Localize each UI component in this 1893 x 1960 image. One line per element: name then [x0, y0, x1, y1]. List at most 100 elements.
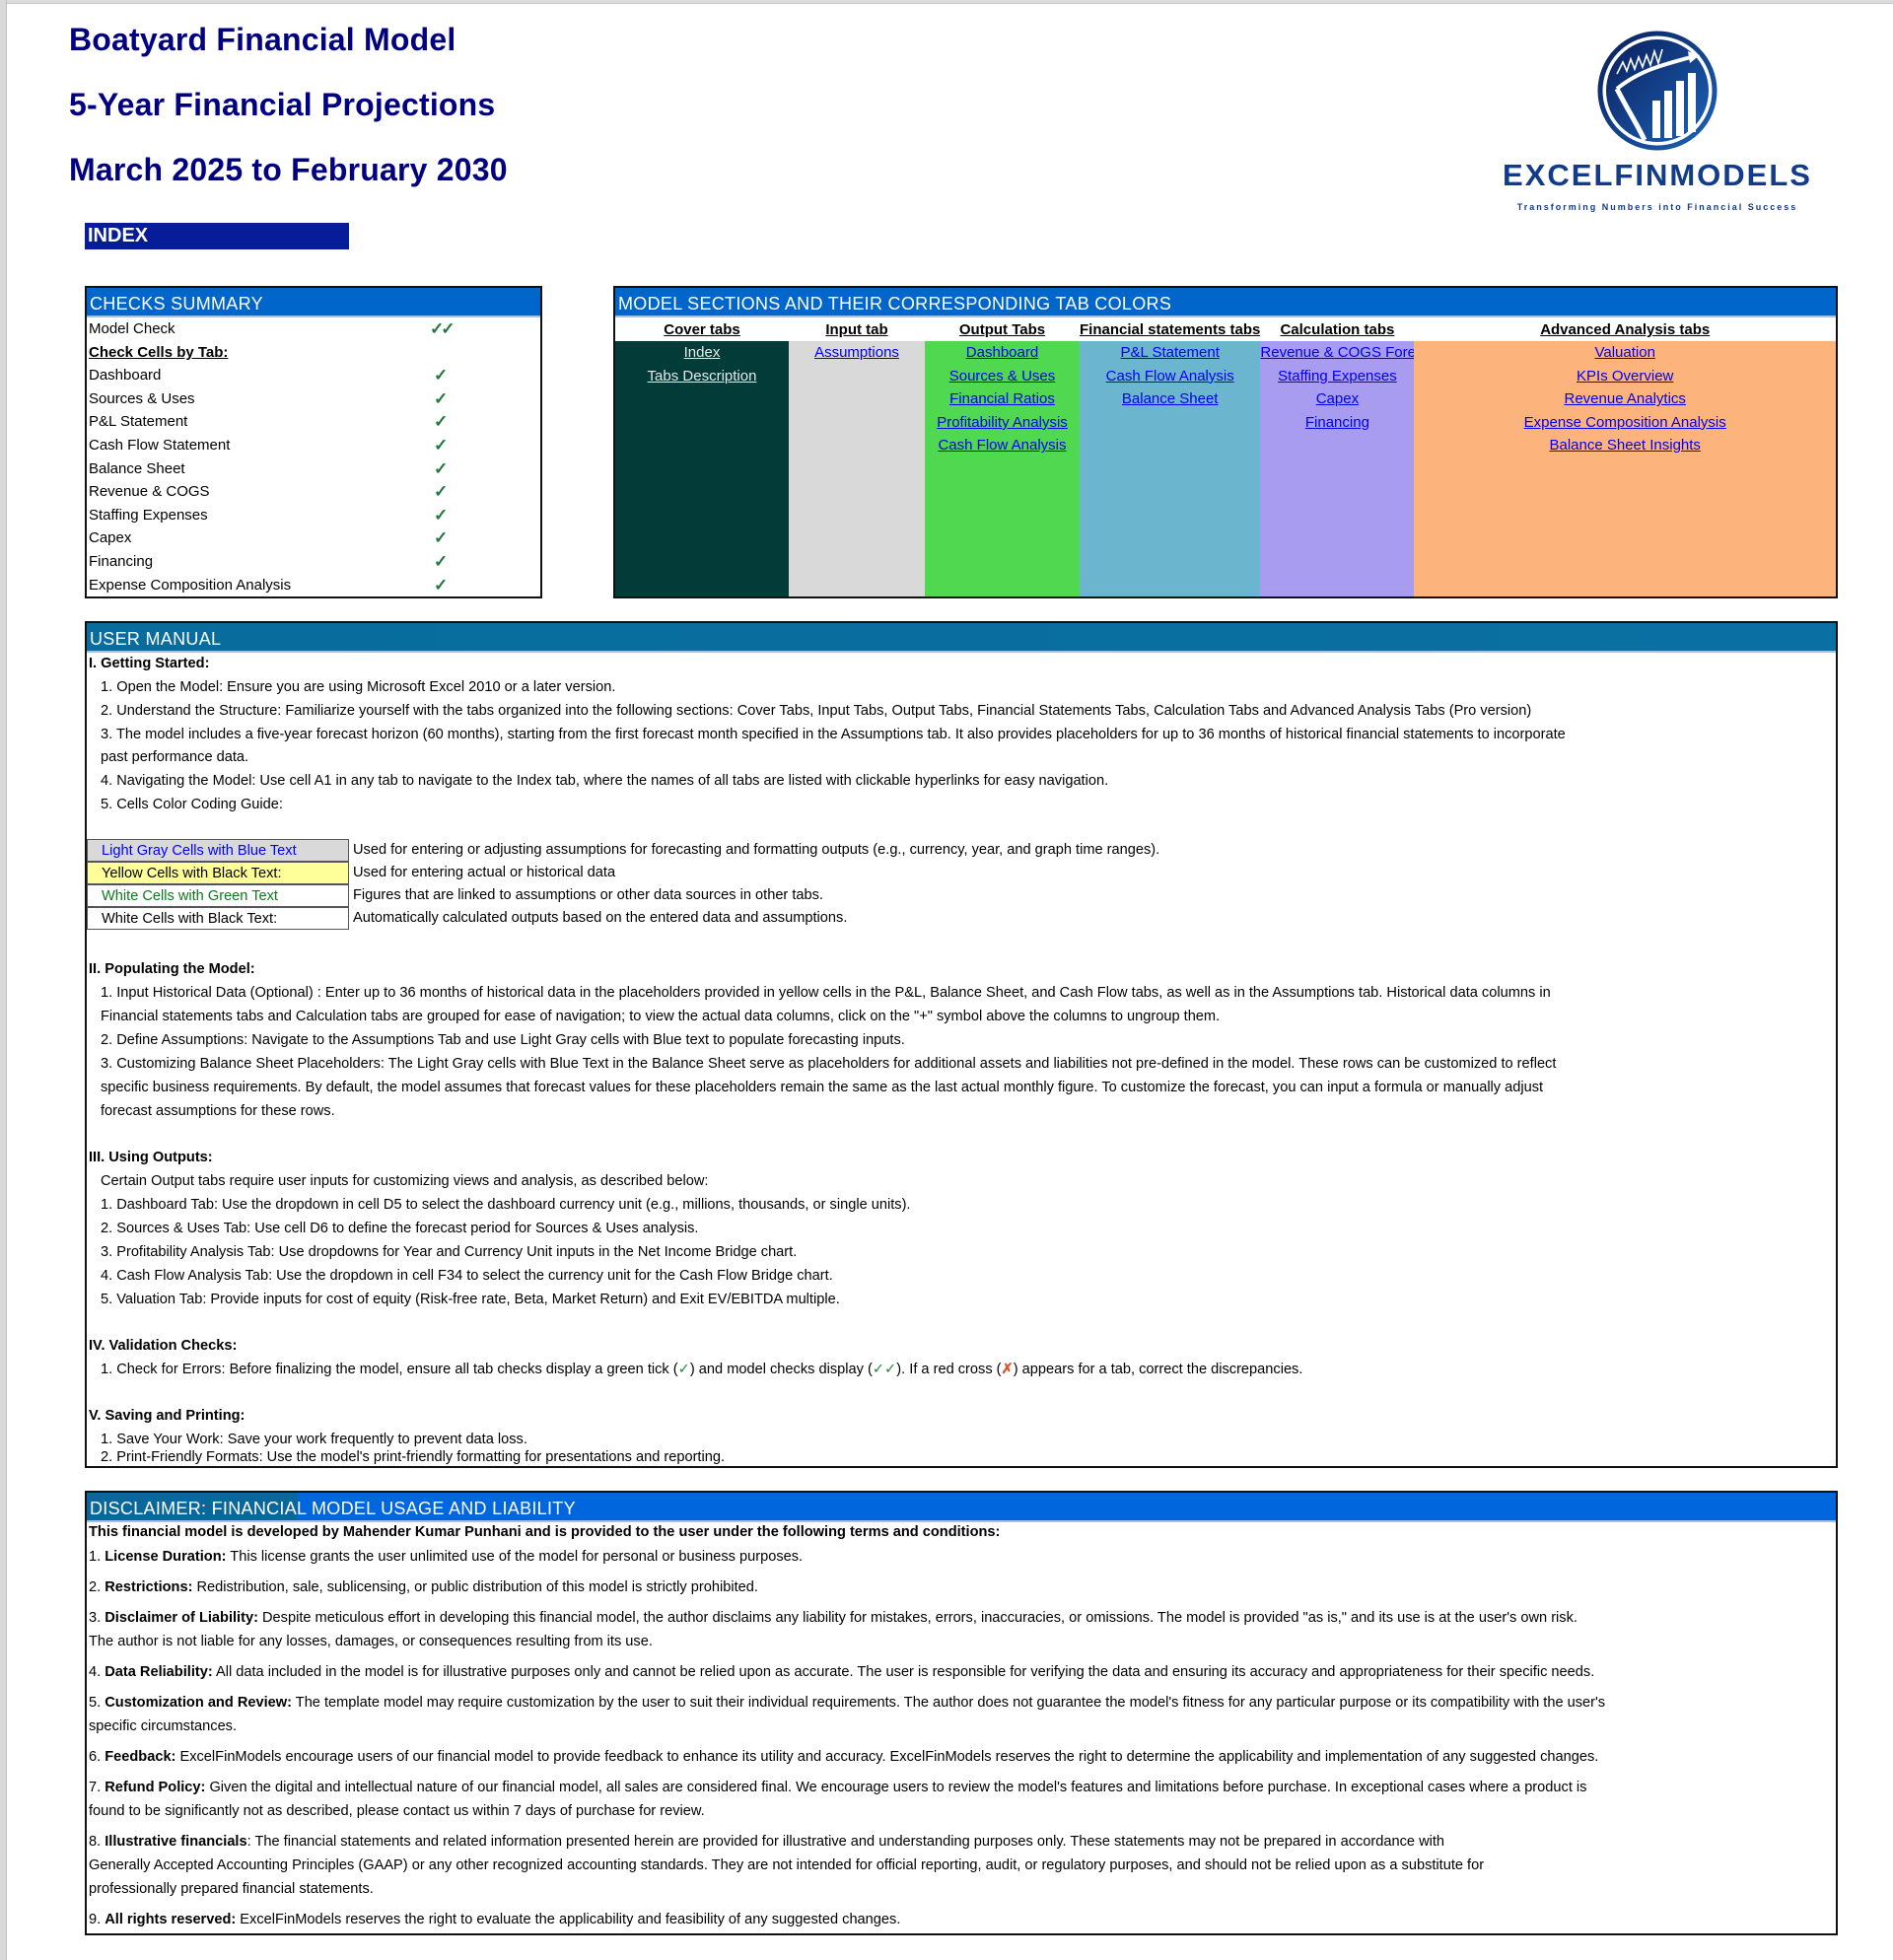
manual-line: 4. Navigating the Model: Use cell A1 in … — [101, 773, 1109, 789]
section-validation-heading: IV. Validation Checks: — [89, 1338, 238, 1354]
check-icon: ✓ — [434, 551, 449, 571]
model-check-label: Model Check — [89, 320, 175, 337]
tab-link[interactable]: Index — [615, 341, 789, 365]
manual-line: 4. Cash Flow Analysis Tab: Use the dropd… — [101, 1268, 833, 1284]
manual-line: forecast assumptions for these rows. — [101, 1103, 335, 1119]
row-header-gutter — [0, 0, 7, 1960]
tab-link[interactable]: Revenue & COGS Forecast — [1260, 341, 1442, 365]
check-label: Capex — [89, 529, 132, 547]
manual-line: 5. Valuation Tab: Provide inputs for cos… — [101, 1292, 840, 1307]
validation-text: ) and model checks display ( — [689, 1362, 873, 1377]
disclaimer-text: Redistribution, sale, sublicensing, or p… — [192, 1579, 758, 1595]
disclaimer-term: All rights reserved: — [105, 1912, 237, 1927]
logo-chart-icon — [1597, 31, 1718, 151]
tab-link[interactable]: Expense Composition Analysis — [1414, 411, 1836, 435]
disclaimer-text: Given the digital and intellectual natur… — [205, 1780, 1587, 1795]
double-check-icon: ✓✓ — [430, 319, 455, 338]
green-tick-icon: ✓ — [677, 1362, 690, 1377]
section-column: Advanced Analysis tabs Valuation KPIs Over… — [1414, 317, 1836, 596]
legend-gray-cell: Light Gray Cells with Blue Text — [87, 839, 349, 862]
disclaimer-term: Feedback: — [105, 1749, 176, 1765]
tab-link[interactable]: KPIs Overview — [1414, 365, 1836, 388]
section-populating-heading: II. Populating the Model: — [89, 961, 255, 977]
tab-link[interactable]: Sources & Uses — [925, 365, 1080, 388]
tab-link[interactable]: Profitability Analysis — [925, 411, 1080, 435]
legend-green-desc: Figures that are linked to assumptions o… — [353, 887, 823, 903]
manual-line: past performance data. — [101, 749, 249, 765]
legend-gray-desc: Used for entering or adjusting assumptio… — [353, 842, 1160, 858]
disclaimer-term: Customization and Review: — [105, 1695, 292, 1711]
model-subtitle: 5-Year Financial Projections — [69, 87, 496, 122]
section-color-swatch: Index Tabs Description — [615, 341, 789, 596]
disclaimer-number: 6. — [89, 1749, 105, 1765]
disclaimer-line: 1. License Duration: This license grants… — [89, 1547, 803, 1567]
logo-tagline: Transforming Numbers into Financial Succ… — [1516, 202, 1798, 212]
manual-line: 1. Input Historical Data (Optional) : En… — [101, 985, 1551, 1001]
section-heading: Input tab — [789, 317, 925, 341]
tab-link[interactable]: Balance Sheet — [1080, 387, 1260, 411]
check-row: Expense Composition Analysis ✓ — [87, 574, 540, 597]
tab-link[interactable]: Staffing Expenses — [1260, 365, 1414, 388]
disclaimer-line: 6. Feedback: ExcelFinModels encourage us… — [89, 1747, 1598, 1767]
tab-link[interactable]: Cash Flow Analysis — [925, 434, 1080, 457]
user-manual-header: USER MANUAL — [87, 623, 1836, 653]
disclaimer-term: Data Reliability: — [105, 1664, 213, 1680]
disclaimer-term: Disclaimer of Liability: — [105, 1610, 258, 1626]
disclaimer-term: Refund Policy: — [105, 1780, 206, 1795]
check-label: Cash Flow Statement — [89, 436, 231, 454]
disclaimer-panel: DISCLAIMER: FINANCIAL MODEL USAGE AND LI… — [85, 1491, 1838, 1935]
section-column: Financial statements tabs P&L Statement Ca… — [1080, 317, 1261, 596]
disclaimer-text: specific circumstances. — [89, 1718, 238, 1734]
disclaimer-number: 5. — [89, 1695, 105, 1711]
tab-link[interactable]: Cash Flow Analysis — [1080, 365, 1260, 388]
check-icon: ✓ — [434, 458, 449, 478]
section-heading: Advanced Analysis tabs — [1414, 317, 1836, 341]
check-items-list: Dashboard ✓ Sources & Uses ✓ P&L Statement ✓ C… — [87, 364, 540, 596]
section-getting-started-heading: I. Getting Started: — [89, 656, 210, 671]
tab-link[interactable]: P&L Statement — [1080, 341, 1260, 365]
tab-link[interactable]: Assumptions — [789, 341, 925, 365]
tab-link[interactable]: Tabs Description — [615, 365, 789, 388]
logo-wordmark: EXCELFINMODELS — [1503, 158, 1812, 192]
manual-line: 1. Save Your Work: Save your work freque… — [101, 1432, 527, 1447]
section-heading: Cover tabs — [615, 317, 789, 341]
validation-text: ) appears for a tab, correct the discrep… — [1013, 1362, 1303, 1377]
disclaimer-number: 3. — [89, 1610, 105, 1626]
disclaimer-line: specific circumstances. — [89, 1716, 237, 1736]
disclaimer-term: Restrictions: — [105, 1579, 193, 1595]
check-cells-by-tab-label: Check Cells by Tab: — [89, 343, 229, 361]
tab-link[interactable]: Capex — [1260, 387, 1414, 411]
manual-line: 2. Understand the Structure: Familiarize… — [101, 703, 1532, 719]
model-check-row: Model Check ✓✓ — [87, 317, 540, 341]
disclaimer-number: 2. — [89, 1579, 105, 1595]
tab-link[interactable]: Financial Ratios — [925, 387, 1080, 411]
disclaimer-number: 8. — [89, 1834, 105, 1850]
checks-summary-panel: CHECKS SUMMARY Model Check ✓✓ Check Cell… — [85, 286, 542, 598]
check-row: P&L Statement ✓ — [87, 410, 540, 434]
legend-green-cell: White Cells with Green Text — [87, 884, 349, 907]
tab-link[interactable]: Valuation — [1414, 341, 1836, 365]
disclaimer-text: The template model may require customiza… — [291, 1695, 1606, 1711]
disclaimer-text: Generally Accepted Accounting Principles… — [89, 1857, 1485, 1873]
manual-line: Certain Output tabs require user inputs … — [101, 1173, 709, 1189]
legend-yellow-cell: Yellow Cells with Black Text: — [87, 862, 349, 884]
disclaimer-number: 1. — [89, 1549, 105, 1565]
section-column: Output Tabs Dashboard Sources & Uses Financ… — [925, 317, 1080, 596]
tab-link[interactable]: Revenue Analytics — [1414, 387, 1836, 411]
tab-link[interactable]: Dashboard — [925, 341, 1080, 365]
disclaimer-line: Generally Accepted Accounting Principles… — [89, 1855, 1484, 1875]
disclaimer-term: Illustrative financials — [105, 1834, 247, 1850]
check-label: Staffing Expenses — [89, 506, 208, 524]
model-sections-panel: MODEL SECTIONS AND THEIR CORRESPONDING T… — [613, 286, 1838, 598]
tab-link[interactable]: Financing — [1260, 411, 1414, 435]
check-label: P&L Statement — [89, 413, 188, 431]
tab-link[interactable]: Balance Sheet Insights — [1414, 434, 1836, 457]
manual-line: 2. Sources & Uses Tab: Use cell D6 to de… — [101, 1221, 699, 1236]
index-banner: INDEX — [85, 223, 349, 249]
manual-line: 3. Customizing Balance Sheet Placeholder… — [101, 1056, 1557, 1072]
manual-line: 1. Open the Model: Ensure you are using … — [101, 679, 616, 695]
manual-line: specific business requirements. By defau… — [101, 1080, 1544, 1095]
check-icon: ✓ — [434, 412, 449, 432]
section-color-swatch: Dashboard Sources & Uses Financial Ratios … — [925, 341, 1080, 596]
manual-line: 2. Print-Friendly Formats: Use the model… — [101, 1449, 726, 1465]
